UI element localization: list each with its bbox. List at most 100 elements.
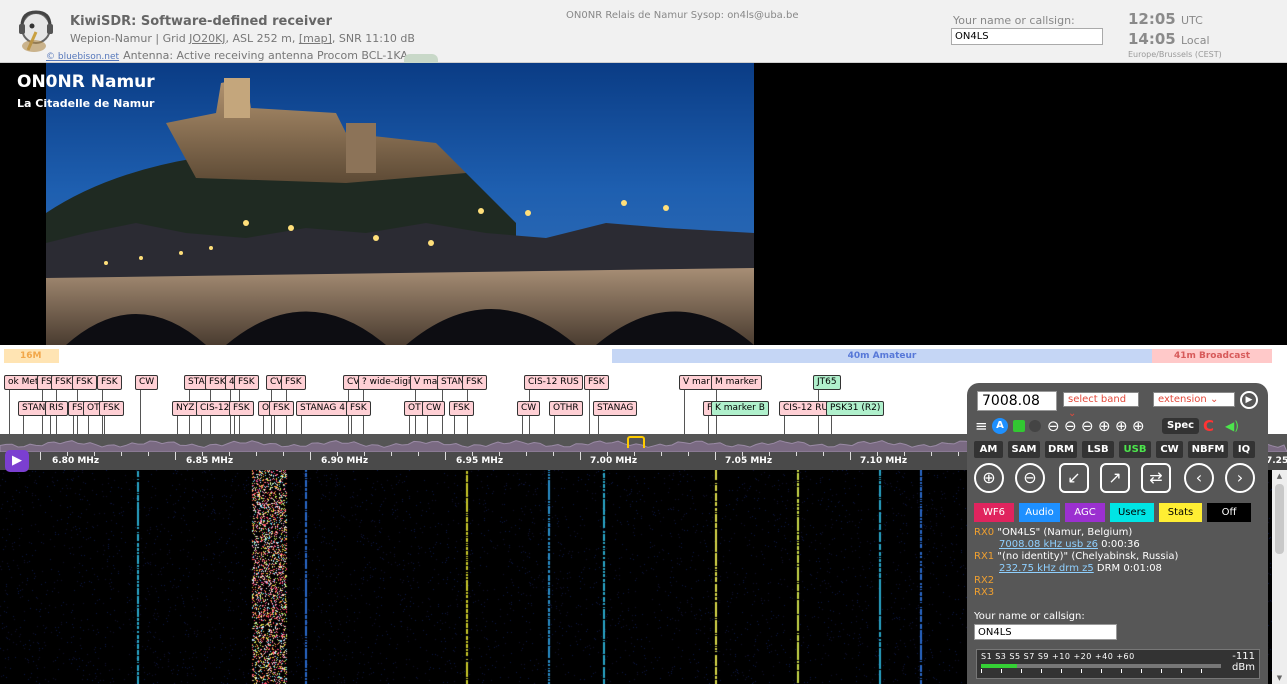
- dx-label[interactable]: FSK: [234, 375, 259, 390]
- dx-label[interactable]: OTHR: [549, 401, 583, 416]
- zoom-out-icon[interactable]: ⊖: [1047, 417, 1060, 435]
- dx-label[interactable]: FSK: [99, 401, 124, 416]
- tab-wf6[interactable]: WF6: [974, 503, 1014, 522]
- mode-iq-button[interactable]: IQ: [1233, 441, 1255, 458]
- callsign-input[interactable]: [951, 28, 1103, 45]
- prev-button[interactable]: ‹: [1184, 463, 1214, 493]
- dx-label[interactable]: JT65: [813, 375, 841, 390]
- dx-label[interactable]: FSK: [346, 401, 371, 416]
- copyright-link[interactable]: © bluebison.net: [46, 52, 119, 62]
- tab-agc[interactable]: AGC: [1065, 503, 1105, 522]
- dx-label[interactable]: K marker B: [711, 401, 769, 416]
- mode-lsb-button[interactable]: LSB: [1082, 441, 1114, 458]
- spec-button[interactable]: Spec: [1162, 418, 1200, 434]
- dx-label[interactable]: FSK: [269, 401, 294, 416]
- dx-label[interactable]: PSK31 (R2): [826, 401, 885, 416]
- mode-drm-button[interactable]: DRM: [1045, 441, 1077, 458]
- scale-tick: [229, 452, 230, 456]
- zoom-max-out-button[interactable]: ↗: [1100, 463, 1130, 493]
- dx-label[interactable]: FSK: [449, 401, 474, 416]
- zoom-in-icon: ⊕: [982, 468, 996, 487]
- dx-label[interactable]: M marker: [711, 375, 762, 390]
- dx-label[interactable]: CW: [135, 375, 159, 390]
- band-bar: 16M 40m Amateur 41m Broadcast: [0, 345, 1287, 371]
- collapse-header-button[interactable]: [404, 54, 438, 63]
- band-40m[interactable]: 40m Amateur: [612, 349, 1152, 363]
- user-row: RX1 "(no identity)" (Chelyabinsk, Russia…: [974, 551, 1264, 563]
- mode-nbfm-button[interactable]: NBFM: [1188, 441, 1228, 458]
- mode-usb-button[interactable]: USB: [1119, 441, 1151, 458]
- scroll-thumb[interactable]: [1275, 484, 1284, 554]
- dx-label[interactable]: FSK: [584, 375, 609, 390]
- mode-am-button[interactable]: AM: [974, 441, 1003, 458]
- dx-label[interactable]: STANAG 4: [296, 401, 349, 416]
- map-link[interactable]: [map]: [299, 32, 332, 45]
- scroll-down-icon[interactable]: ▼: [1275, 674, 1284, 682]
- zoom-in-icon[interactable]: ⊕: [1132, 417, 1145, 435]
- dx-label[interactable]: FSK: [462, 375, 487, 390]
- a-badge-icon[interactable]: A: [992, 418, 1008, 434]
- panel-callsign-input[interactable]: [974, 624, 1117, 640]
- tab-users[interactable]: Users: [1110, 503, 1154, 522]
- dx-label[interactable]: STANAG: [593, 401, 638, 416]
- dx-label[interactable]: CW: [422, 401, 446, 416]
- panel-callsign-label: Your name or callsign:: [974, 611, 1085, 622]
- dx-label[interactable]: NYZ: [172, 401, 199, 416]
- scale-tick-label: 6.85 MHz: [186, 456, 234, 466]
- grid-link[interactable]: JO20KJ: [189, 32, 225, 45]
- dx-label-stem: [140, 390, 141, 434]
- zoom-in-button[interactable]: ⊕: [974, 463, 1004, 493]
- extension-go-icon[interactable]: ▶: [1240, 391, 1258, 409]
- dx-label-stem: [522, 416, 523, 434]
- user-frequency-link[interactable]: 232.75 kHz drm z5: [999, 563, 1094, 574]
- zoom-out-icon[interactable]: ⊖: [1081, 417, 1094, 435]
- dx-label[interactable]: CIS-12 RUS: [524, 375, 583, 390]
- next-button[interactable]: ›: [1225, 463, 1255, 493]
- zoom-out-button[interactable]: ⊖: [1015, 463, 1045, 493]
- zoom-in-icon[interactable]: ⊕: [1098, 417, 1111, 435]
- scale-tick: [796, 452, 797, 456]
- dx-label[interactable]: CW: [517, 401, 541, 416]
- band-41m[interactable]: 41m Broadcast: [1152, 349, 1272, 363]
- extension-select[interactable]: extension ⌄: [1153, 392, 1235, 407]
- zoom-out-icon[interactable]: ⊖: [1064, 417, 1077, 435]
- dx-label[interactable]: RIS: [45, 401, 68, 416]
- dx-label[interactable]: FSK: [229, 401, 254, 416]
- zoom-in-icon[interactable]: ⊕: [1115, 417, 1128, 435]
- rx-label: RX2: [974, 575, 995, 586]
- page-scrollbar[interactable]: ▲ ▼: [1272, 470, 1287, 684]
- dx-label[interactable]: FSK: [97, 375, 122, 390]
- dx-label[interactable]: FSK: [281, 375, 306, 390]
- band-select[interactable]: select band ⌄: [1063, 392, 1139, 419]
- user-frequency-link[interactable]: 7008.08 kHz usb z6: [999, 539, 1098, 550]
- green-square-icon[interactable]: [1013, 420, 1025, 432]
- record-icon[interactable]: [1029, 420, 1041, 432]
- speaker-icon[interactable]: ◀): [1225, 417, 1239, 435]
- mode-cw-button[interactable]: CW: [1156, 441, 1183, 458]
- tab-stats[interactable]: Stats: [1159, 503, 1202, 522]
- reload-icon[interactable]: C: [1203, 417, 1214, 435]
- band-16m[interactable]: 16M: [4, 349, 59, 363]
- station-subtitle: La Citadelle de Namur: [17, 97, 155, 110]
- dx-label[interactable]: CIS-12: [196, 401, 234, 416]
- scroll-up-icon[interactable]: ▲: [1275, 472, 1284, 480]
- zoom-max-in-button[interactable]: ↙: [1059, 463, 1089, 493]
- dx-label[interactable]: ? wide-digit: [358, 375, 418, 390]
- dx-label-stem: [716, 416, 717, 434]
- user-row: RX3: [974, 587, 1264, 599]
- menu-icon[interactable]: ≡: [975, 417, 988, 435]
- scale-tick: [931, 452, 932, 456]
- scale-tick: [877, 452, 878, 456]
- user-time: DRM 0:01:08: [1093, 563, 1162, 574]
- play-button[interactable]: ▶: [5, 450, 29, 472]
- tab-off[interactable]: Off: [1207, 503, 1251, 522]
- dx-label[interactable]: FSK: [72, 375, 97, 390]
- tab-audio[interactable]: Audio: [1019, 503, 1060, 522]
- scale-tick: [121, 452, 122, 456]
- swap-button[interactable]: ⇄: [1141, 463, 1171, 493]
- dx-label[interactable]: CIS-12 RU: [779, 401, 833, 416]
- mode-sam-button[interactable]: SAM: [1008, 441, 1040, 458]
- frequency-input[interactable]: [977, 391, 1057, 411]
- dx-label[interactable]: V mar: [679, 375, 714, 390]
- passband-marker[interactable]: [627, 436, 645, 448]
